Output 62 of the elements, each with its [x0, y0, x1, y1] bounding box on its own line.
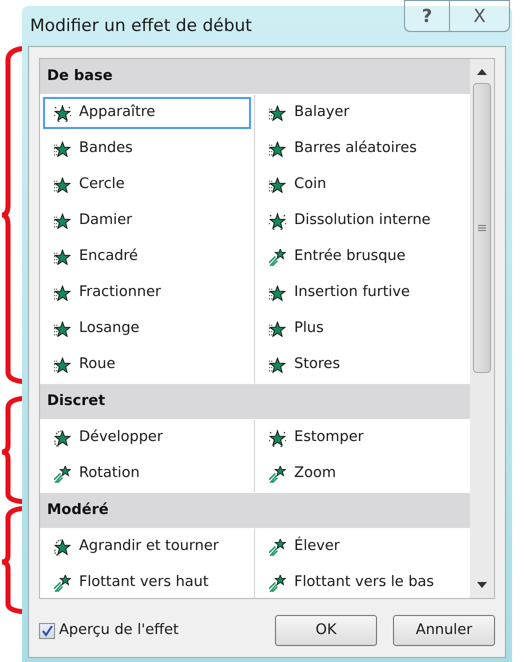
preview-label: Aperçu de l'effet — [59, 620, 179, 640]
effect-item[interactable]: Insertion furtive — [258, 277, 468, 309]
scroll-up-icon[interactable] — [477, 69, 488, 75]
star-effect-icon — [269, 248, 286, 266]
effect-item[interactable]: Cercle — [43, 169, 252, 201]
star-effect-icon — [269, 430, 286, 446]
effect-item[interactable]: Plus — [258, 313, 468, 345]
help-button[interactable]: ? — [404, 0, 450, 32]
section-header: Modéré — [40, 493, 470, 528]
effect-item[interactable]: Estomper — [258, 422, 468, 454]
scrollbar[interactable] — [470, 59, 494, 598]
effect-item[interactable]: Encadré — [43, 241, 252, 273]
star-effect-icon — [54, 574, 71, 592]
effect-item[interactable]: Losange — [43, 313, 252, 345]
effect-item[interactable]: Flottant vers le bas — [258, 567, 468, 598]
close-button[interactable]: X — [450, 0, 510, 32]
effect-item[interactable]: Bandes — [43, 133, 252, 165]
effect-item[interactable]: Coin — [258, 169, 468, 201]
effect-item[interactable]: Zoom — [258, 458, 468, 490]
effect-item[interactable]: Stores — [258, 349, 468, 381]
star-effect-icon — [269, 212, 286, 230]
scroll-down-icon[interactable] — [477, 582, 488, 588]
effect-item[interactable]: Élever — [258, 531, 468, 563]
star-effect-icon — [269, 320, 286, 338]
star-effect-icon — [269, 356, 286, 374]
cancel-button[interactable]: Annuler — [393, 615, 495, 646]
window-title: Modifier un effet de début — [29, 15, 253, 38]
star-effect-icon — [269, 176, 286, 194]
effect-item[interactable]: Agrandir et tourner — [43, 531, 252, 563]
effect-item[interactable]: Apparaître — [43, 97, 252, 129]
star-effect-icon — [269, 538, 286, 556]
effect-item[interactable]: Fractionner — [43, 277, 252, 309]
star-effect-icon — [269, 466, 286, 482]
star-effect-icon — [54, 466, 71, 482]
star-effect-icon — [54, 248, 71, 266]
ok-button[interactable]: OK — [275, 615, 377, 646]
effect-item[interactable]: Dissolution interne — [258, 205, 468, 237]
section-header: De base — [40, 59, 470, 94]
effect-item[interactable]: Rotation — [43, 458, 252, 490]
star-effect-icon — [54, 140, 71, 158]
star-effect-icon — [54, 356, 71, 374]
star-effect-icon — [269, 140, 286, 158]
star-effect-icon — [269, 104, 286, 122]
effect-item[interactable]: Balayer — [258, 97, 468, 129]
section-header: Discret — [40, 384, 470, 419]
effect-item[interactable]: Damier — [43, 205, 252, 237]
effect-item[interactable]: Entrée brusque — [258, 241, 468, 273]
scroll-thumb[interactable] — [473, 83, 492, 373]
star-effect-icon — [269, 284, 286, 302]
effect-item[interactable]: Barres aléatoires — [258, 133, 468, 165]
star-effect-icon — [54, 212, 71, 230]
star-effect-icon — [54, 176, 71, 194]
star-effect-icon — [269, 574, 286, 592]
star-effect-icon — [54, 320, 71, 338]
star-effect-icon — [54, 284, 71, 302]
effect-item[interactable]: Roue — [43, 349, 252, 381]
star-effect-icon — [54, 430, 71, 446]
star-effect-icon — [54, 538, 71, 556]
effect-item[interactable]: Flottant vers haut — [43, 567, 252, 598]
star-effect-icon — [54, 104, 71, 122]
effect-item[interactable]: Développer — [43, 422, 252, 454]
preview-checkbox[interactable] — [39, 622, 55, 638]
